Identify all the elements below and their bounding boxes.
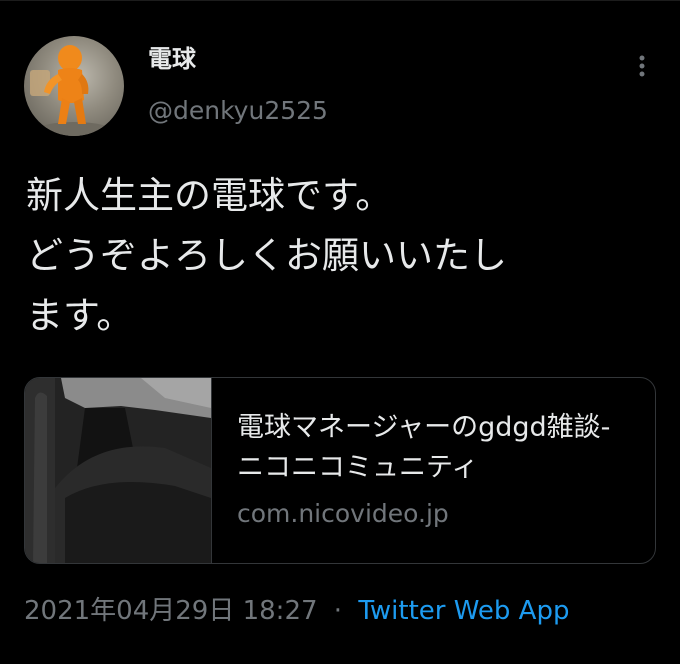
tweet-source-link[interactable]: Twitter Web App xyxy=(358,596,569,626)
display-name[interactable]: 電球 xyxy=(148,44,196,74)
avatar[interactable] xyxy=(24,36,124,136)
more-vertical-icon[interactable] xyxy=(630,52,654,82)
card-thumbnail-image xyxy=(25,378,211,563)
meta-separator: · xyxy=(333,596,343,626)
user-handle[interactable]: @denkyu2525 xyxy=(148,96,328,126)
link-card[interactable]: 電球マネージャーのgdgd雑談-ニコニコミュニティ com.nicovideo.… xyxy=(24,377,656,564)
tweet-timestamp[interactable]: 2021年04月29日 18:27 xyxy=(24,596,318,626)
card-domain: com.nicovideo.jp xyxy=(237,499,449,528)
avatar-orange-figure-image xyxy=(30,45,114,136)
tweet-meta: 2021年04月29日 18:27 · Twitter Web App xyxy=(24,594,569,628)
card-title: 電球マネージャーのgdgd雑談-ニコニコミュニティ xyxy=(237,412,611,483)
top-divider xyxy=(0,0,680,1)
tweet-text: 新人生主の電球です。 どうぞよろしくお願いいたし ます。 xyxy=(26,174,507,337)
card-thumbnail xyxy=(25,378,212,563)
